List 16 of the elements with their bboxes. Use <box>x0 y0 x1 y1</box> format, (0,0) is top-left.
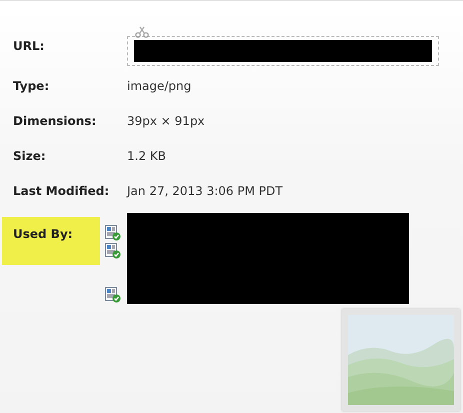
image-thumbnail[interactable] <box>342 309 460 411</box>
highlighted-label: Used By: <box>2 217 100 265</box>
page-check-icon <box>105 287 121 303</box>
field-label: URL: <box>12 38 46 55</box>
url-field[interactable] <box>127 36 439 66</box>
field-label: Dimensions: <box>12 113 98 130</box>
page-check-icon <box>105 243 121 259</box>
field-value: image/png <box>127 78 192 93</box>
page-check-icon <box>105 225 121 241</box>
field-value: 39px × 91px <box>127 113 205 128</box>
field-label: Last Modified: <box>12 183 110 200</box>
field-value: 1.2 KB <box>127 148 166 163</box>
field-label: Type: <box>12 78 50 95</box>
field-value: Jan 27, 2013 3:06 PM PDT <box>127 183 283 198</box>
scissors-icon[interactable] <box>135 26 149 38</box>
field-label: Size: <box>12 148 47 165</box>
